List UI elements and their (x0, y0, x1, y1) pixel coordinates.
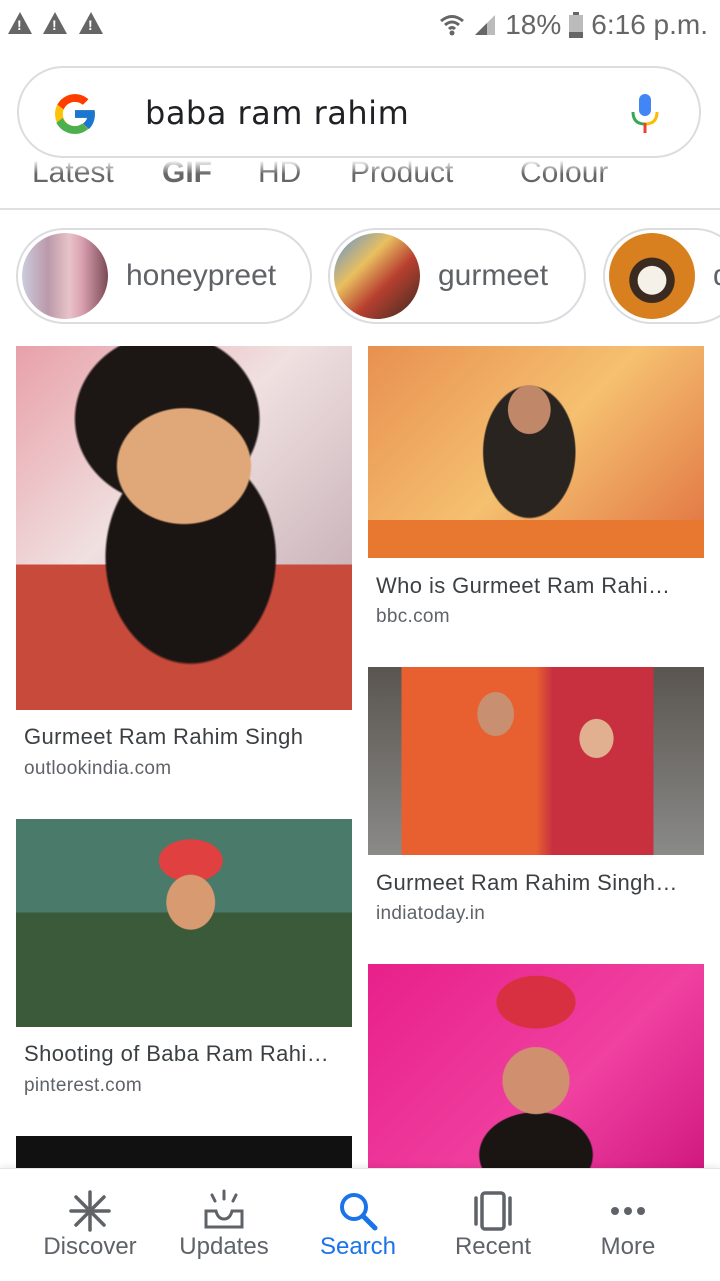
chip-honeypreet[interactable]: honeypreet (16, 228, 312, 324)
tray-icon (204, 1189, 244, 1229)
nav-label: Search (319, 1233, 397, 1260)
search-query[interactable]: baba ram rahim (145, 94, 409, 132)
wifi-icon (440, 15, 465, 36)
nav-recent[interactable]: Recent (428, 1169, 558, 1281)
result-image[interactable] (16, 346, 352, 710)
chip-thumbnail (609, 233, 695, 319)
result-title[interactable]: Shooting of Baba Ram Rahi… (24, 1041, 329, 1067)
search-icon (340, 1193, 378, 1231)
nav-label: Updates (179, 1233, 269, 1260)
more-dots-icon (611, 1207, 645, 1215)
microphone-icon[interactable] (629, 92, 661, 136)
nav-more[interactable]: More (563, 1169, 693, 1281)
result-title[interactable]: Gurmeet Ram Rahim Singh… (376, 870, 678, 896)
result-image[interactable] (368, 667, 704, 855)
nav-label: More (600, 1233, 656, 1260)
alert-icon: ! (43, 12, 67, 34)
result-title[interactable]: Who is Gurmeet Ram Rahi… (376, 573, 670, 599)
google-logo-icon (55, 94, 97, 134)
result-image[interactable] (368, 346, 704, 558)
nav-label: Discover (43, 1233, 137, 1260)
signal-icon (475, 15, 496, 35)
nav-search[interactable]: Search (293, 1169, 423, 1281)
result-image[interactable] (16, 819, 352, 1027)
chip-thumbnail (22, 233, 108, 319)
chip-gurmeet[interactable]: gurmeet (328, 228, 586, 324)
recent-tabs-icon (474, 1191, 512, 1231)
chip-label: gurmeet (438, 259, 549, 292)
result-source: indiatoday.in (376, 903, 486, 924)
asterisk-icon (69, 1190, 111, 1232)
result-source: pinterest.com (24, 1075, 142, 1096)
search-shadow (0, 160, 720, 174)
search-box[interactable]: baba ram rahim (17, 66, 701, 158)
result-title[interactable]: Gurmeet Ram Rahim Singh (24, 724, 303, 750)
alert-icon: ! (8, 12, 32, 34)
chip-thumbnail (334, 233, 420, 319)
battery-icon (569, 12, 584, 38)
result-source: bbc.com (376, 606, 450, 627)
alert-icon: ! (79, 12, 103, 34)
chip-partial[interactable]: d (603, 228, 720, 324)
chip-label: d (713, 259, 720, 293)
result-image[interactable] (368, 964, 704, 1176)
battery-percent: 18% (505, 9, 562, 40)
nav-updates[interactable]: Updates (159, 1169, 289, 1281)
nav-discover[interactable]: Discover (25, 1169, 155, 1281)
status-bar: ! ! ! 18% 6:16 p.m. (0, 0, 720, 50)
bottom-navigation: Discover Updates Search Recent More (0, 1168, 720, 1281)
nav-label: Recent (454, 1233, 532, 1260)
result-source: outlookindia.com (24, 758, 172, 779)
clock: 6:16 p.m. (591, 9, 708, 40)
chip-label: honeypreet (126, 259, 277, 292)
